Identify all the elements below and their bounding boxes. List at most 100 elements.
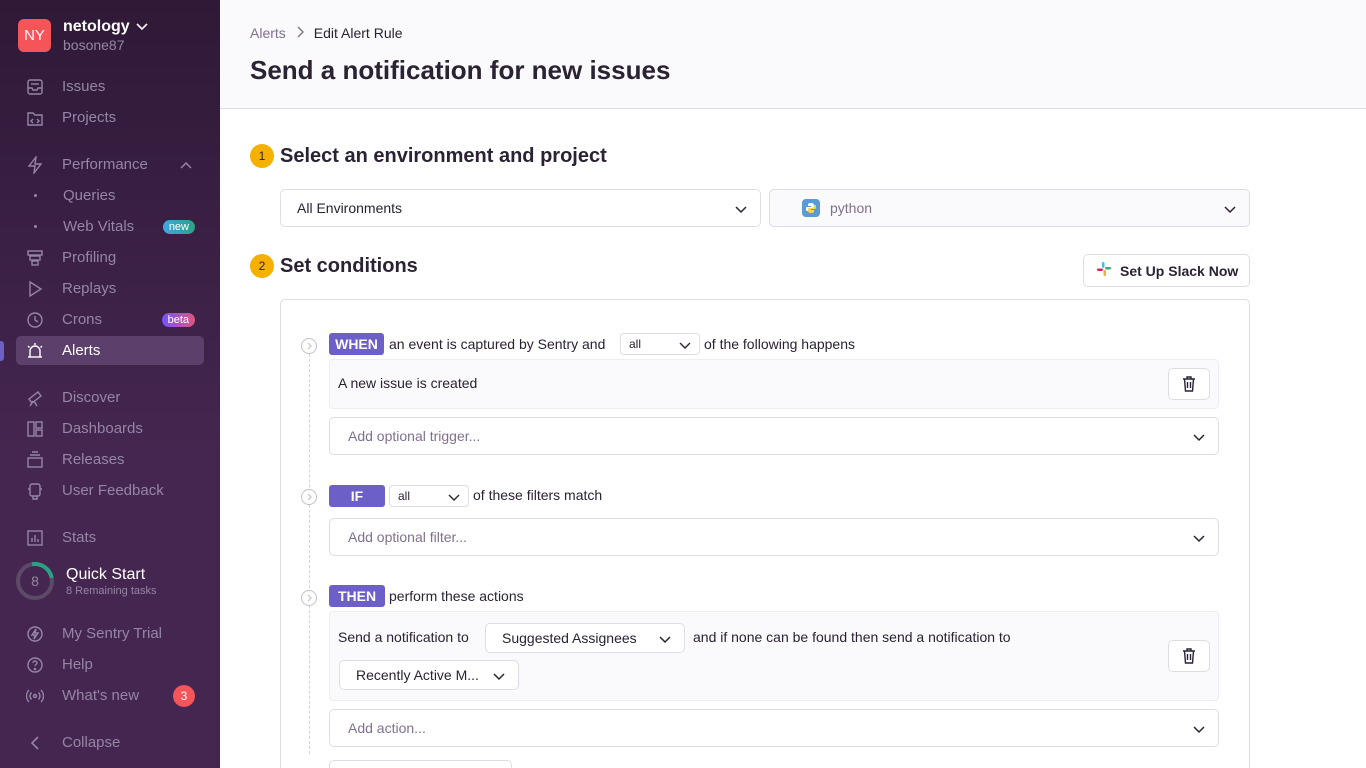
sidebar-item-performance[interactable]: Performance bbox=[16, 150, 204, 179]
add-trigger-select[interactable]: Add optional trigger... bbox=[329, 417, 1219, 455]
add-trigger-placeholder: Add optional trigger... bbox=[348, 428, 481, 444]
environment-value: All Environments bbox=[297, 200, 403, 216]
sidebar-item-crons[interactable]: Crons beta bbox=[16, 305, 204, 334]
add-action-select[interactable]: Add action... bbox=[329, 709, 1219, 747]
stats-icon bbox=[25, 528, 45, 548]
trash-icon bbox=[1183, 648, 1195, 664]
sidebar-item-label: Projects bbox=[62, 109, 117, 126]
sidebar-item-queries[interactable]: Queries bbox=[16, 181, 204, 210]
project-select[interactable]: python bbox=[769, 189, 1250, 227]
sidebar-item-issues[interactable]: Issues bbox=[16, 72, 204, 101]
if-pill: IF bbox=[329, 485, 385, 507]
sidebar-item-alerts[interactable]: Alerts bbox=[16, 336, 204, 365]
chevron-down-icon bbox=[136, 23, 148, 31]
delete-trigger-button[interactable] bbox=[1168, 368, 1210, 400]
notification-target-select[interactable]: Suggested Assignees bbox=[485, 623, 685, 653]
org-name: netology bbox=[63, 18, 130, 35]
sidebar-item-profiling[interactable]: Profiling bbox=[16, 243, 204, 272]
then-text: perform these actions bbox=[389, 588, 524, 604]
step-circle-icon bbox=[301, 489, 317, 505]
environment-select[interactable]: All Environments bbox=[280, 189, 761, 227]
step-2-title: Set conditions bbox=[280, 255, 418, 277]
partial-select[interactable] bbox=[329, 760, 512, 768]
then-pill: THEN bbox=[329, 585, 385, 607]
chevron-down-icon bbox=[1224, 206, 1236, 214]
help-icon bbox=[25, 655, 45, 675]
setup-slack-button[interactable]: Set Up Slack Now bbox=[1083, 254, 1250, 287]
page-title: Send a notification for new issues bbox=[250, 55, 671, 85]
breadcrumb-alerts-link[interactable]: Alerts bbox=[250, 25, 286, 41]
chevron-up-icon bbox=[180, 161, 192, 169]
sidebar-item-label: Crons bbox=[62, 311, 103, 328]
step-circle-icon bbox=[301, 590, 317, 606]
chevron-down-icon bbox=[448, 494, 460, 501]
trigger-condition-row: A new issue is created bbox=[329, 359, 1219, 409]
profiling-icon bbox=[25, 248, 45, 268]
trash-icon bbox=[1183, 376, 1195, 392]
notification-count: 3 bbox=[173, 684, 195, 707]
sidebar-item-discover[interactable]: Discover bbox=[16, 383, 204, 412]
when-match-select[interactable]: all bbox=[620, 333, 700, 355]
projects-icon bbox=[25, 108, 45, 128]
sidebar-item-web-vitals[interactable]: Web Vitals new bbox=[16, 212, 204, 241]
org-user: bosone87 bbox=[63, 37, 125, 53]
play-icon bbox=[25, 279, 45, 299]
siren-icon bbox=[25, 341, 45, 361]
sidebar-item-label: Queries bbox=[63, 187, 116, 204]
page-header: Alerts Edit Alert Rule Send a notificati… bbox=[220, 0, 1366, 109]
sidebar-item-label: What's new bbox=[62, 687, 140, 704]
sidebar-item-dashboards[interactable]: Dashboards bbox=[16, 414, 204, 443]
breadcrumb-current: Edit Alert Rule bbox=[313, 25, 403, 41]
sidebar-item-label: My Sentry Trial bbox=[62, 625, 163, 642]
lightning-icon bbox=[25, 155, 45, 175]
sidebar-item-label: Help bbox=[62, 656, 93, 673]
sidebar-item-label: Releases bbox=[62, 451, 125, 468]
sidebar-item-replays[interactable]: Replays bbox=[16, 274, 204, 303]
dashboard-icon bbox=[25, 419, 45, 439]
if-match-value: all bbox=[398, 489, 411, 503]
sidebar-item-label: Dashboards bbox=[62, 420, 143, 437]
telescope-icon bbox=[25, 388, 45, 408]
sidebar-item-releases[interactable]: Releases bbox=[16, 445, 204, 474]
sidebar-item-help[interactable]: Help bbox=[16, 650, 204, 679]
chevron-down-icon bbox=[1193, 434, 1205, 442]
chevron-down-icon bbox=[1193, 726, 1205, 734]
sidebar-item-projects[interactable]: Projects bbox=[16, 103, 204, 132]
quick-start-subtitle: 8 Remaining tasks bbox=[66, 584, 157, 597]
step-1-title: Select an environment and project bbox=[280, 145, 607, 167]
releases-icon bbox=[25, 450, 45, 470]
chevron-down-icon bbox=[659, 636, 671, 644]
sidebar-item-user-feedback[interactable]: User Feedback bbox=[16, 476, 204, 505]
sidebar-item-trial[interactable]: My Sentry Trial bbox=[16, 619, 204, 648]
chevron-right-icon bbox=[296, 25, 304, 41]
step-connector bbox=[309, 354, 310, 754]
step-number-2: 2 bbox=[250, 254, 274, 278]
sidebar-item-label: Collapse bbox=[62, 734, 121, 751]
delete-action-button[interactable] bbox=[1168, 640, 1210, 672]
org-switcher[interactable]: NY netology bosone87 bbox=[18, 18, 148, 53]
trigger-condition-text: A new issue is created bbox=[338, 375, 478, 391]
sidebar-item-label: Web Vitals bbox=[63, 218, 135, 235]
action-prefix: Send a notification to bbox=[338, 629, 469, 645]
setup-slack-label: Set Up Slack Now bbox=[1120, 262, 1239, 279]
sidebar-item-stats[interactable]: Stats bbox=[16, 523, 204, 552]
active-indicator bbox=[0, 341, 4, 361]
add-filter-select[interactable]: Add optional filter... bbox=[329, 518, 1219, 556]
if-match-select[interactable]: all bbox=[389, 485, 469, 507]
bullet-icon bbox=[34, 194, 37, 197]
sidebar-collapse-button[interactable]: Collapse bbox=[16, 728, 204, 757]
breadcrumb: Alerts Edit Alert Rule bbox=[250, 25, 403, 41]
step-number-1: 1 bbox=[250, 144, 274, 168]
sidebar-item-label: User Feedback bbox=[62, 482, 164, 499]
quick-start[interactable]: 8 Quick Start 8 Remaining tasks bbox=[16, 562, 157, 600]
sidebar-item-label: Performance bbox=[62, 156, 148, 173]
fallback-target-select[interactable]: Recently Active M... bbox=[339, 660, 519, 690]
chevron-down-icon bbox=[1193, 535, 1205, 543]
sidebar-item-label: Profiling bbox=[62, 249, 117, 266]
notification-target-value: Suggested Assignees bbox=[502, 630, 637, 646]
project-value: python bbox=[830, 200, 873, 216]
step-circle-icon bbox=[301, 338, 317, 354]
quick-start-count: 8 bbox=[31, 573, 39, 589]
chevron-left-icon bbox=[25, 733, 45, 753]
sidebar-item-whats-new[interactable]: What's new 3 bbox=[16, 681, 204, 710]
